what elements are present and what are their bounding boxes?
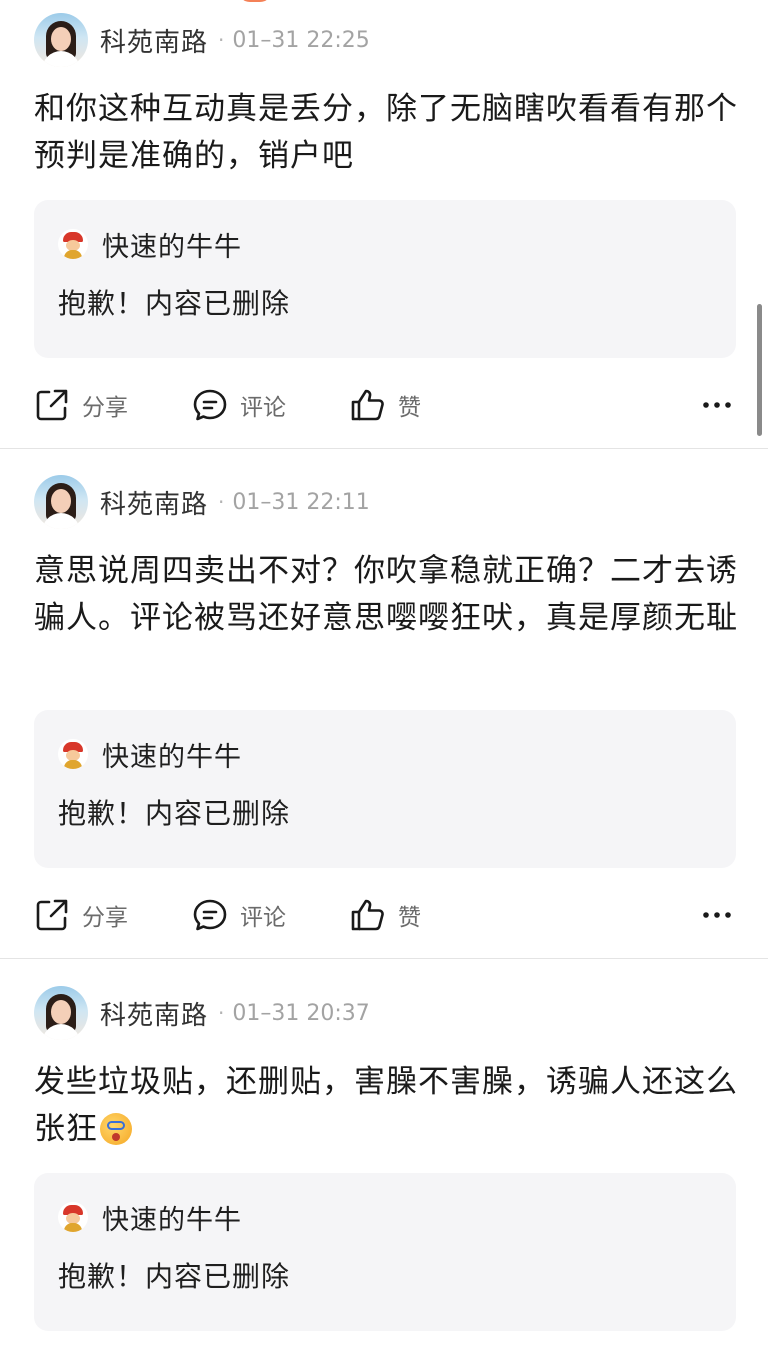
quote-avatar <box>58 739 88 769</box>
quote-text: 抱歉！内容已删除 <box>58 287 291 320</box>
more-dots-icon <box>703 402 731 408</box>
post-header: 科苑南路 · 01–31 22:11 <box>34 474 370 530</box>
share-icon <box>36 389 68 421</box>
comment-icon <box>193 899 227 931</box>
post-text[interactable]: 发些垃圾贴，还删贴，害臊不害臊，诱骗人还这么张狂 <box>34 1059 738 1153</box>
quote-header: 快速的牛牛 <box>58 734 242 774</box>
timestamp: 01–31 20:37 <box>232 1000 370 1026</box>
like-button[interactable]: 赞 <box>350 890 421 940</box>
quoted-post[interactable]: 快速的牛牛 抱歉！内容已删除 <box>34 710 736 868</box>
quote-username[interactable]: 快速的牛牛 <box>102 1198 242 1237</box>
comment-button[interactable]: 评论 <box>192 380 286 430</box>
share-icon <box>36 899 68 931</box>
thumbs-up-icon <box>351 389 384 421</box>
action-bar: 分享 评论 赞 <box>0 890 768 940</box>
post-text[interactable]: 意思说周四卖出不对？你吹拿稳就正确？二才去诱骗人。评论被骂还好意思嘤嘤狂吠，真是… <box>34 548 738 642</box>
quote-text: 抱歉！内容已删除 <box>58 1260 291 1293</box>
post-text-content: 发些垃圾贴，还删贴，害臊不害臊，诱骗人还这么张狂 <box>34 1064 738 1147</box>
top-indicator <box>238 0 272 2</box>
share-button[interactable]: 分享 <box>34 380 128 430</box>
post-header: 科苑南路 · 01–31 22:25 <box>34 12 370 68</box>
share-label: 分享 <box>82 395 128 421</box>
comment-label: 评论 <box>240 395 286 421</box>
avatar[interactable] <box>34 475 88 529</box>
username[interactable]: 科苑南路 <box>100 22 208 59</box>
more-button[interactable] <box>702 890 732 940</box>
divider <box>0 448 768 449</box>
like-label: 赞 <box>398 395 421 421</box>
avatar[interactable] <box>34 13 88 67</box>
comment-label: 评论 <box>240 905 286 931</box>
quote-username[interactable]: 快速的牛牛 <box>102 735 242 774</box>
separator-dot: · <box>218 28 225 52</box>
more-dots-icon <box>703 912 731 918</box>
comment-button[interactable]: 评论 <box>192 890 286 940</box>
post-header: 科苑南路 · 01–31 20:37 <box>34 985 370 1041</box>
quote-header: 快速的牛牛 <box>58 1197 242 1237</box>
quote-username[interactable]: 快速的牛牛 <box>102 225 242 264</box>
share-button[interactable]: 分享 <box>34 890 128 940</box>
share-label: 分享 <box>82 905 128 931</box>
quote-avatar <box>58 229 88 259</box>
avatar[interactable] <box>34 986 88 1040</box>
divider <box>0 958 768 959</box>
like-label: 赞 <box>398 905 421 931</box>
separator-dot: · <box>218 490 225 514</box>
timestamp: 01–31 22:11 <box>232 489 370 515</box>
dizzy-face-emoji-icon <box>100 1113 132 1145</box>
post-text[interactable]: 和你这种互动真是丢分，除了无脑瞎吹看看有那个预判是准确的，销户吧 <box>34 86 738 180</box>
username[interactable]: 科苑南路 <box>100 484 208 521</box>
quoted-post[interactable]: 快速的牛牛 抱歉！内容已删除 <box>34 1173 736 1331</box>
thumbs-up-icon <box>351 899 384 931</box>
timestamp: 01–31 22:25 <box>232 27 370 53</box>
username[interactable]: 科苑南路 <box>100 995 208 1032</box>
more-button[interactable] <box>702 380 732 430</box>
comment-icon <box>193 389 227 421</box>
quoted-post[interactable]: 快速的牛牛 抱歉！内容已删除 <box>34 200 736 358</box>
action-bar: 分享 评论 赞 <box>0 380 768 430</box>
quote-avatar <box>58 1202 88 1232</box>
quote-text: 抱歉！内容已删除 <box>58 797 291 830</box>
separator-dot: · <box>218 1001 225 1025</box>
quote-header: 快速的牛牛 <box>58 224 242 264</box>
like-button[interactable]: 赞 <box>350 380 421 430</box>
